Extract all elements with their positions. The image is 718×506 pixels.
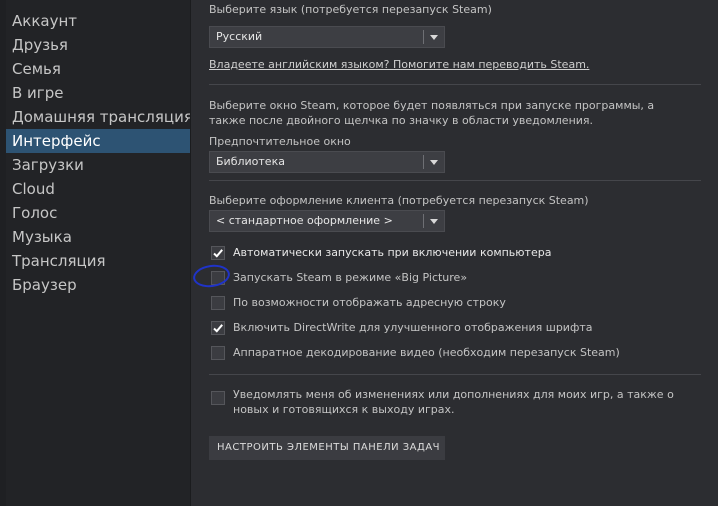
- sidebar-item-cloud[interactable]: Cloud: [6, 177, 190, 201]
- address-bar-checkbox[interactable]: [211, 296, 225, 310]
- sidebar-item-interface[interactable]: Интерфейс: [6, 129, 190, 153]
- dropdown-separator: [423, 155, 424, 169]
- section-divider: [209, 84, 701, 85]
- big-picture-label: Запускать Steam в режиме «Big Picture»: [233, 271, 468, 284]
- preferred-window-selected-value: Библиотека: [216, 155, 285, 168]
- section-divider: [209, 374, 701, 375]
- configure-taskbar-button[interactable]: НАСТРОИТЬ ЭЛЕМЕНТЫ ПАНЕЛИ ЗАДАЧ: [209, 436, 445, 460]
- hw-decoding-label: Аппаратное декодирование видео (необходи…: [233, 346, 620, 359]
- sidebar-item-account[interactable]: Аккаунт: [6, 9, 190, 33]
- autostart-label: Автоматически запускать при включении ко…: [233, 246, 552, 259]
- window-description-line2: также после двойного щелчка по значку в …: [209, 114, 594, 127]
- language-label: Выберите язык (потребуется перезапуск St…: [209, 3, 492, 16]
- autostart-checkbox[interactable]: [211, 246, 225, 260]
- sidebar-item-broadcasting[interactable]: Трансляция: [6, 249, 190, 273]
- skin-dropdown[interactable]: < стандартное оформление >: [209, 210, 445, 232]
- sidebar-item-music[interactable]: Музыка: [6, 225, 190, 249]
- sidebar-item-browser[interactable]: Браузер: [6, 273, 190, 297]
- sidebar-item-downloads[interactable]: Загрузки: [6, 153, 190, 177]
- notify-checkbox[interactable]: [211, 391, 225, 405]
- address-bar-label: По возможности отображать адресную строк…: [233, 296, 506, 309]
- interface-settings-panel: Выберите язык (потребуется перезапуск St…: [191, 0, 718, 506]
- dropdown-separator: [423, 30, 424, 44]
- translate-help-link[interactable]: Владеете английским языком? Помогите нам…: [209, 57, 589, 72]
- directwrite-label: Включить DirectWrite для улучшенного ото…: [233, 321, 593, 334]
- dropdown-separator: [423, 214, 424, 228]
- directwrite-checkbox[interactable]: [211, 321, 225, 335]
- checkmark-icon: [213, 324, 223, 333]
- language-dropdown[interactable]: Русский: [209, 26, 445, 48]
- sidebar-item-family[interactable]: Семья: [6, 57, 190, 81]
- notify-label-line1: Уведомлять меня об изменениях или дополн…: [233, 388, 674, 401]
- chevron-down-icon: [430, 219, 438, 224]
- language-selected-value: Русский: [216, 30, 263, 43]
- sidebar-item-friends[interactable]: Друзья: [6, 33, 190, 57]
- sidebar-item-home-streaming[interactable]: Домашняя трансляция: [6, 105, 190, 129]
- sidebar-item-in-game[interactable]: В игре: [6, 81, 190, 105]
- sidebar-item-voice[interactable]: Голос: [6, 201, 190, 225]
- chevron-down-icon: [430, 160, 438, 165]
- chevron-down-icon: [430, 35, 438, 40]
- preferred-window-label: Предпочтительное окно: [209, 135, 351, 148]
- hw-decoding-checkbox[interactable]: [211, 346, 225, 360]
- skin-label: Выберите оформление клиента (потребуется…: [209, 194, 589, 207]
- settings-sidebar: Аккаунт Друзья Семья В игре Домашняя тра…: [6, 0, 190, 506]
- section-divider: [209, 180, 701, 181]
- notify-label-line2: новых и готовящихся к выходу играх.: [233, 403, 455, 416]
- annotation-circle: [191, 262, 232, 290]
- skin-selected-value: < стандартное оформление >: [216, 214, 393, 227]
- window-description-line1: Выберите окно Steam, которое будет появл…: [209, 99, 655, 112]
- checkmark-icon: [213, 249, 223, 258]
- preferred-window-dropdown[interactable]: Библиотека: [209, 151, 445, 173]
